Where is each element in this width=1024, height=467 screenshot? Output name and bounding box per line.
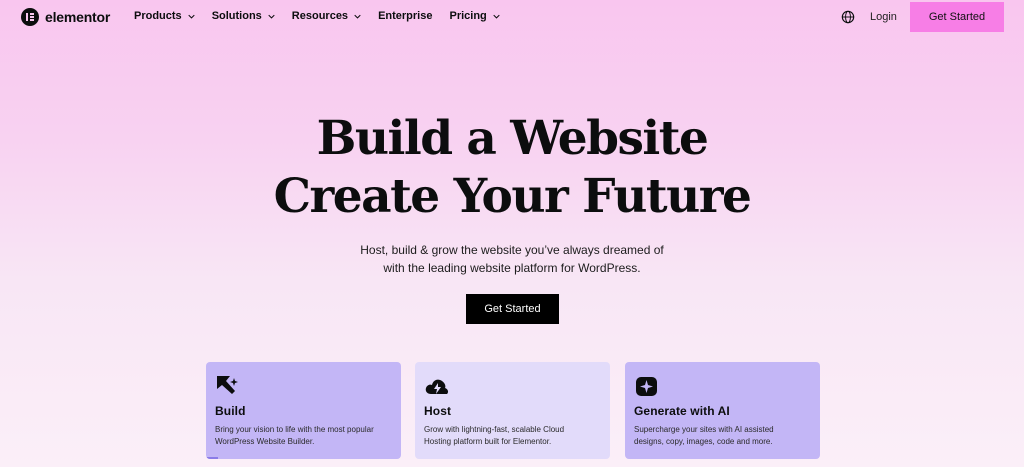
carousel-progress-bar	[206, 457, 218, 459]
chevron-down-icon	[188, 14, 195, 19]
headline-line-1: Build a Website	[316, 111, 709, 166]
chevron-down-icon	[493, 14, 500, 19]
menu-label: Enterprise	[378, 10, 433, 22]
menu-label: Solutions	[211, 10, 262, 22]
card-title: Generate with AI	[634, 404, 730, 418]
card-desc-line: Supercharge your sites with AI assisted	[634, 425, 774, 434]
menu-item-pricing[interactable]: Pricing	[449, 10, 500, 22]
card-description: Grow with lightning-fast, scalable Cloud…	[424, 424, 601, 448]
menu-item-enterprise[interactable]: Enterprise	[378, 10, 432, 22]
elementor-logo-icon	[21, 8, 39, 26]
chevron-down-icon	[268, 14, 275, 19]
build-cursor-icon	[217, 376, 238, 394]
card-description: Supercharge your sites with AI assisted …	[634, 424, 811, 448]
globe-icon[interactable]	[841, 10, 855, 24]
brand-name: elementor	[45, 9, 111, 25]
card-desc-line: Grow with lightning-fast, scalable Cloud	[424, 425, 565, 434]
ai-sparkle-icon	[636, 377, 657, 396]
card-desc-line: Bring your vision to life with the most …	[215, 425, 374, 434]
subtitle-line-2: with the leading website platform for Wo…	[383, 261, 641, 275]
feature-card-build[interactable]: Build Bring your vision to life with the…	[206, 362, 401, 459]
main-menu: Products Solutions Resources Enterprise …	[134, 10, 517, 22]
card-title: Host	[424, 404, 452, 418]
feature-card-host[interactable]: Host Grow with lightning-fast, scalable …	[415, 362, 610, 459]
hero-subtitle: Host, build & grow the website you’ve al…	[0, 241, 1024, 277]
header-get-started-button[interactable]: Get Started	[910, 2, 1004, 32]
card-desc-line: Hosting platform built for Elementor.	[424, 437, 552, 446]
menu-item-resources[interactable]: Resources	[292, 10, 361, 22]
chevron-down-icon	[354, 14, 361, 19]
feature-card-ai[interactable]: Generate with AI Supercharge your sites …	[625, 362, 820, 459]
menu-label: Products	[134, 10, 182, 22]
menu-item-solutions[interactable]: Solutions	[212, 10, 275, 22]
login-link[interactable]: Login	[870, 11, 897, 23]
card-description: Bring your vision to life with the most …	[215, 424, 392, 448]
card-desc-line: designs, copy, images, code and more.	[634, 437, 773, 446]
top-navigation: elementor Products Solutions Resources E…	[0, 0, 1024, 34]
menu-label: Pricing	[449, 10, 487, 22]
headline-line-2: Create Your Future	[273, 169, 752, 224]
menu-item-products[interactable]: Products	[134, 10, 195, 22]
card-desc-line: WordPress Website Builder.	[215, 437, 315, 446]
menu-label: Resources	[291, 10, 349, 22]
card-title: Build	[215, 404, 246, 418]
hero-headline: Build a Website Create Your Future	[0, 110, 1024, 226]
subtitle-line-1: Host, build & grow the website you’ve al…	[360, 243, 664, 257]
hero-get-started-button[interactable]: Get Started	[466, 294, 559, 324]
brand-logo[interactable]: elementor	[21, 8, 110, 26]
cloud-lightning-icon	[425, 379, 449, 394]
